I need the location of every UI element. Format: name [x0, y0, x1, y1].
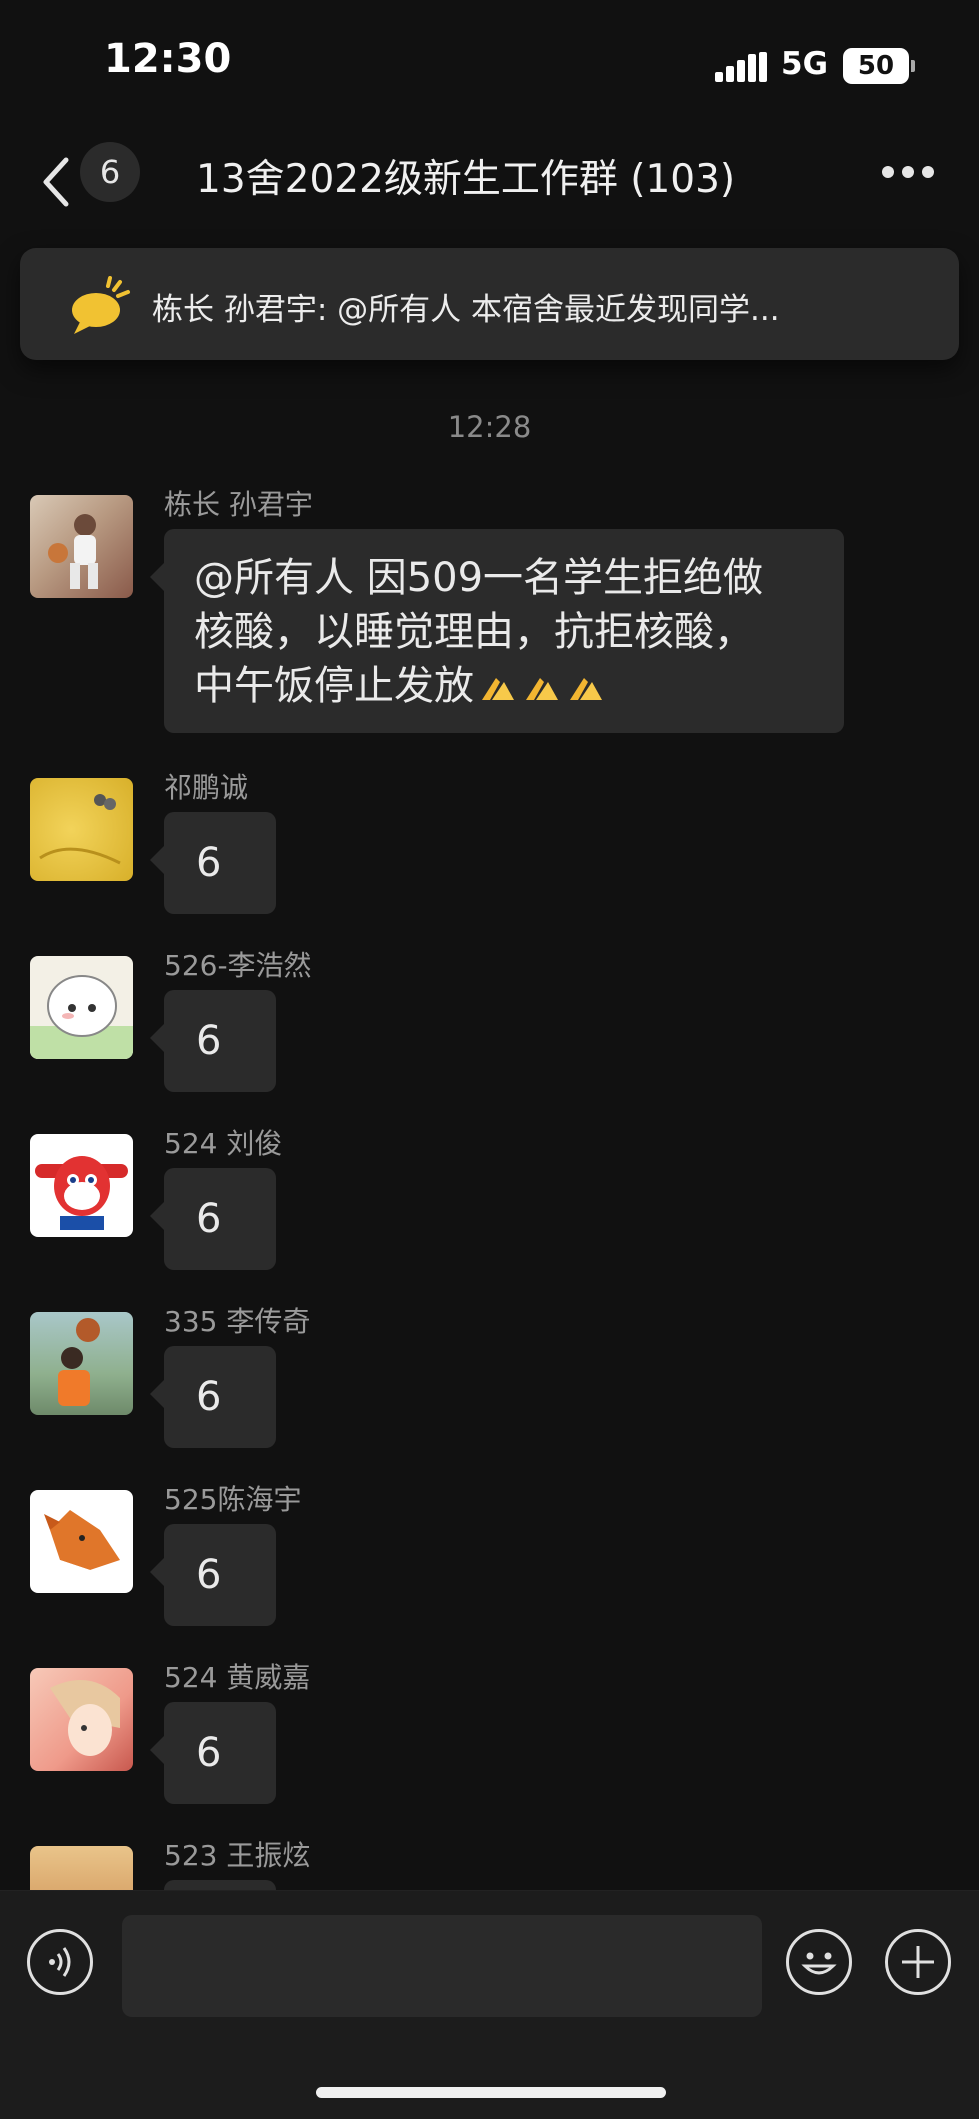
message-bubble[interactable]: 6 [150, 1168, 276, 1270]
battery-tip [911, 60, 915, 72]
avatar[interactable] [30, 495, 133, 598]
folded-hands-icon [570, 678, 602, 700]
home-indicator [316, 2087, 666, 2098]
message-timestamp: 12:28 [447, 410, 532, 444]
avatar[interactable] [30, 1134, 133, 1237]
voice-icon[interactable] [27, 1929, 93, 1995]
avatar[interactable] [30, 1490, 133, 1593]
sender-name: 523 王振炫 [164, 1839, 311, 1872]
message-bubble[interactable]: 6 [150, 1702, 276, 1804]
network-type: 5G [781, 46, 829, 82]
chat-title: 13舍2022级新生工作群 (103) [196, 157, 736, 202]
message-bubble[interactable]: 6 [150, 990, 276, 1092]
plus-icon[interactable] [885, 1929, 951, 1995]
chevron-left-icon[interactable] [36, 152, 76, 212]
message-bubble[interactable]: 6 [150, 812, 276, 914]
sender-name: 524 黄威嘉 [164, 1661, 311, 1694]
status-time: 12:30 [104, 36, 232, 82]
group-notice-banner[interactable]: 栋长 孙君宇: @所有人 本宿舍最近发现同学... [20, 248, 959, 360]
notice-text: 栋长 孙君宇: @所有人 本宿舍最近发现同学... [152, 292, 780, 328]
message-line: 核酸，以睡觉理由，抗拒核酸， [194, 609, 754, 655]
message-bubble[interactable]: @所有人 因509一名学生拒绝做 核酸，以睡觉理由，抗拒核酸， 中午饭停止发放 [150, 529, 844, 733]
megaphone-icon [72, 276, 130, 334]
message-input[interactable] [122, 1915, 762, 2017]
message-line: @所有人 因509一名学生拒绝做 [194, 555, 764, 601]
message-bubble[interactable]: 6 [150, 1346, 276, 1448]
input-bar [0, 1890, 979, 2119]
unread-count-badge[interactable]: 6 [80, 142, 140, 202]
battery-icon: 50 [843, 48, 909, 84]
message-line: 中午饭停止发放 [194, 663, 474, 709]
sender-name: 525陈海宇 [164, 1483, 302, 1516]
sender-name: 526-李浩然 [164, 949, 312, 982]
sender-name: 祁鹏诚 [164, 771, 249, 804]
avatar[interactable] [30, 1668, 133, 1771]
sender-name: 524 刘俊 [164, 1127, 283, 1160]
avatar[interactable] [30, 1312, 133, 1415]
signal-icon [715, 52, 767, 82]
avatar[interactable] [30, 778, 133, 881]
sender-name: 栋长 孙君宇 [164, 488, 313, 521]
sender-name: 335 李传奇 [164, 1305, 311, 1338]
message-bubble[interactable]: 6 [150, 1524, 276, 1626]
folded-hands-icon [526, 678, 558, 700]
avatar[interactable] [30, 956, 133, 1059]
emoji-icon[interactable] [786, 1929, 852, 1995]
more-dots-icon[interactable] [882, 166, 934, 180]
status-bar: 12:30 5G 50 [0, 0, 979, 130]
folded-hands-icon [482, 678, 514, 700]
